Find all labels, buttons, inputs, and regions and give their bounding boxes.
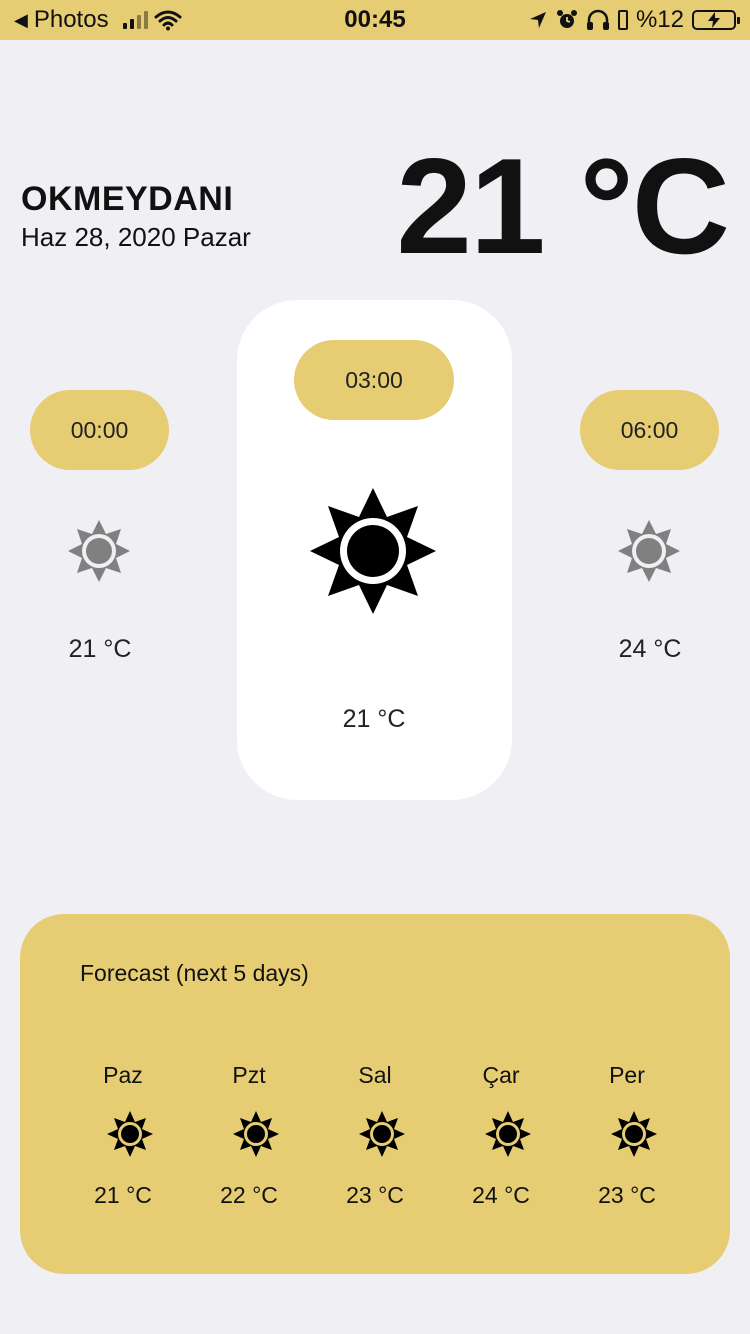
location-name: OKMEYDANI [21, 180, 234, 218]
forecast-day-temp: 23 °C [598, 1182, 656, 1208]
hour-temp-1: 21 °C [342, 705, 406, 733]
status-bar-right: %12 [528, 0, 740, 40]
current-date: Haz 28, 2020 Pazar [21, 222, 251, 252]
sun-icon [359, 1111, 405, 1157]
forecast-day-label: Çar [482, 1062, 520, 1088]
forecast-day-temp: 23 °C [346, 1182, 404, 1208]
signal-icon [122, 11, 148, 29]
sun-icon [233, 1111, 279, 1157]
sun-icon [618, 520, 680, 582]
forecast-day-temp: 24 °C [472, 1182, 530, 1208]
wifi-icon [154, 10, 182, 31]
hour-temp-0: 21 °C [68, 635, 132, 663]
location-arrow-icon [529, 12, 546, 28]
sun-icon [611, 1111, 657, 1157]
battery-percent: %12 [635, 6, 684, 33]
hour-pill-0[interactable]: 00:00 [30, 390, 169, 470]
hour-time-label: 06:00 [620, 416, 679, 443]
sun-icon [107, 1111, 153, 1157]
forecast-title: Forecast (next 5 days) [80, 960, 309, 986]
forecast-day-label: Per [609, 1062, 645, 1088]
status-time: 00:45 [344, 6, 406, 33]
sun-icon [68, 520, 130, 582]
forecast-panel: Forecast (next 5 days) Paz 21 °C Pzt 22 … [20, 914, 730, 1274]
forecast-day-temp: 22 °C [220, 1182, 278, 1208]
sun-icon [310, 488, 436, 614]
forecast-day-label: Paz [103, 1062, 143, 1088]
hour-time-label: 00:00 [70, 416, 129, 443]
battery-small-icon [617, 10, 628, 30]
sun-icon [485, 1111, 531, 1157]
status-bar-left: ◀ Photos [14, 0, 182, 40]
hour-pill-2[interactable]: 06:00 [580, 390, 719, 470]
alarm-icon [556, 10, 577, 28]
forecast-day-temp: 21 °C [94, 1182, 152, 1208]
headphones-icon [586, 9, 609, 30]
back-app-label[interactable]: Photos [34, 6, 109, 34]
hour-time-label: 03:00 [345, 366, 403, 393]
status-bar: ◀ Photos 00:45 %12 [0, 0, 750, 40]
forecast-day-label: Pzt [232, 1062, 266, 1088]
battery-charging-icon [692, 10, 740, 30]
current-temperature: 21 °C [396, 130, 730, 282]
forecast-day-label: Sal [358, 1062, 392, 1088]
back-arrow-icon[interactable]: ◀ [14, 10, 28, 31]
hour-temp-2: 24 °C [618, 635, 682, 663]
hour-pill-1[interactable]: 03:00 [294, 340, 454, 420]
